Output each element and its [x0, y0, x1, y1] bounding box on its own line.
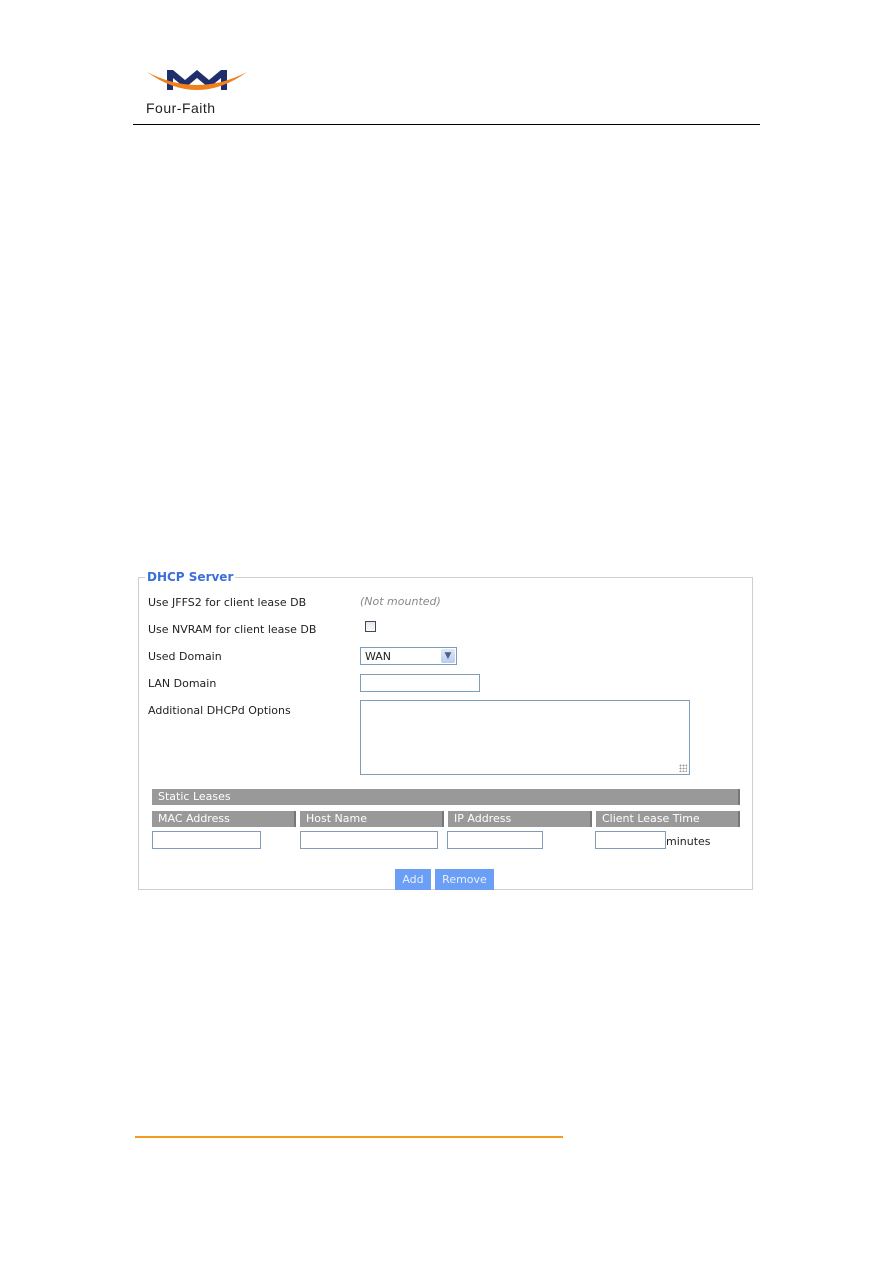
used-domain-label: Used Domain	[148, 650, 222, 663]
mac-address-input[interactable]	[152, 831, 261, 849]
used-domain-select[interactable]: WAN ▼	[360, 647, 457, 665]
footer-divider	[135, 1136, 563, 1138]
static-leases-header: Static Leases	[152, 789, 740, 805]
resize-grip-icon[interactable]	[679, 764, 687, 772]
add-button[interactable]: Add	[395, 869, 431, 890]
brand-name: Four-Faith	[146, 100, 216, 116]
column-ip-address: IP Address	[448, 811, 592, 827]
header-divider	[133, 124, 760, 125]
nvram-checkbox[interactable]	[365, 621, 376, 632]
jffs2-status: (Not mounted)	[360, 595, 441, 608]
column-mac-address: MAC Address	[152, 811, 296, 827]
column-client-lease-time: Client Lease Time	[596, 811, 740, 827]
used-domain-value: WAN	[365, 650, 392, 663]
chevron-down-icon[interactable]: ▼	[441, 649, 455, 663]
nvram-label: Use NVRAM for client lease DB	[148, 623, 317, 636]
host-name-input[interactable]	[300, 831, 438, 849]
dhcpd-options-textarea[interactable]	[360, 700, 690, 775]
lease-time-input[interactable]	[595, 831, 666, 849]
lan-domain-input[interactable]	[360, 674, 480, 692]
ip-address-input[interactable]	[447, 831, 543, 849]
lan-domain-label: LAN Domain	[148, 677, 217, 690]
column-host-name: Host Name	[300, 811, 444, 827]
remove-button[interactable]: Remove	[435, 869, 494, 890]
lease-time-unit: minutes	[666, 835, 711, 848]
dhcp-server-legend: DHCP Server	[147, 570, 234, 584]
dhcpd-options-label: Additional DHCPd Options	[148, 704, 291, 717]
jffs2-label: Use JFFS2 for client lease DB	[148, 596, 307, 609]
